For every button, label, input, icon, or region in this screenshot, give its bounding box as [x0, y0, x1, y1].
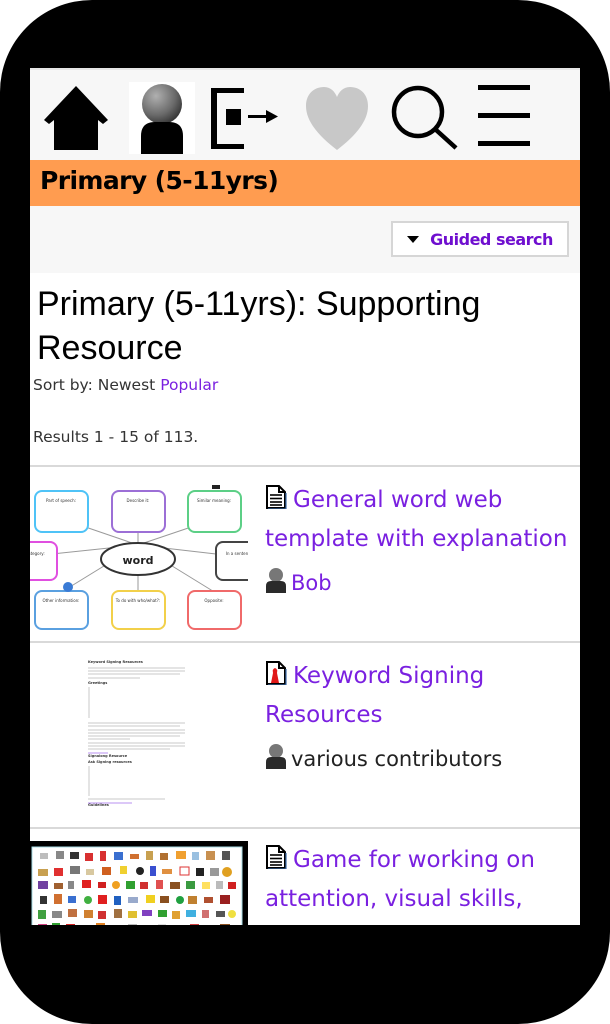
svg-text:Signalong Resource: Signalong Resource	[88, 754, 128, 758]
svg-text:Part of speech:: Part of speech:	[46, 498, 76, 503]
result-text: Game for working on attention, visual sk…	[265, 841, 580, 919]
results-count: Results 1 - 15 of 113.	[33, 428, 199, 446]
section-title: Primary (5-11yrs)	[40, 166, 279, 195]
svg-text:Describe it:: Describe it:	[127, 498, 150, 503]
search-icon[interactable]	[388, 82, 460, 154]
sort-label: Sort by:	[33, 376, 93, 394]
result-item: Keyword Signing Resources Greetings Sign…	[30, 641, 580, 827]
result-title: Game for working on attention, visual sk…	[265, 847, 535, 912]
svg-text:Category:: Category:	[30, 551, 45, 556]
heart-icon[interactable]	[302, 82, 372, 154]
result-item: Game for working on attention, visual sk…	[30, 827, 580, 925]
document-icon	[266, 485, 287, 509]
section-header-bar: Primary (5-11yrs)	[30, 160, 580, 206]
result-author: various contributors	[265, 743, 580, 774]
document-icon	[266, 845, 287, 869]
svg-text:Keyword Signing Resources: Keyword Signing Resources	[88, 660, 143, 664]
home-icon[interactable]	[42, 82, 110, 154]
sort-popular-link[interactable]: Popular	[160, 376, 218, 394]
svg-text:Greetings: Greetings	[88, 681, 107, 685]
page-title: Primary (5-11yrs): Supporting Resource	[37, 285, 481, 367]
result-item: word Part of speech: Describe it: Simila…	[30, 465, 580, 641]
svg-text:Similar meaning:: Similar meaning:	[197, 498, 231, 503]
svg-text:Guidelines: Guidelines	[88, 803, 109, 807]
screen: Primary (5-11yrs) Guided search Primary …	[30, 68, 580, 925]
result-author-link[interactable]: Bob	[265, 567, 580, 598]
user-icon	[266, 568, 286, 593]
svg-text:word: word	[122, 554, 153, 567]
logout-icon[interactable]	[208, 82, 284, 154]
hamburger-menu-icon[interactable]	[476, 82, 532, 154]
svg-text:Other information:: Other information:	[42, 598, 79, 603]
result-title-link[interactable]: Game for working on attention, visual sk…	[265, 841, 580, 919]
result-title-link[interactable]: General word web template with explanati…	[265, 481, 580, 559]
result-title: General word web template with explanati…	[265, 487, 568, 552]
phone-frame: Primary (5-11yrs) Guided search Primary …	[0, 0, 610, 1024]
result-text: Keyword Signing Resources various contri…	[265, 657, 580, 774]
result-author: Bob	[291, 571, 332, 595]
result-title: Keyword Signing Resources	[265, 663, 485, 728]
guided-search-button[interactable]: Guided search	[391, 221, 569, 257]
sort-newest: Newest	[97, 376, 156, 394]
user-icon	[266, 744, 286, 769]
result-title-link[interactable]: Keyword Signing Resources	[265, 657, 580, 735]
svg-text:Opposite:: Opposite:	[204, 598, 223, 603]
guided-search-area: Guided search	[30, 206, 580, 273]
avatar-icon[interactable]	[129, 82, 195, 154]
guided-search-label: Guided search	[430, 229, 553, 249]
svg-text:In a sentence:: In a sentence:	[226, 551, 248, 556]
sort-bar: Sort by: Newest Popular	[33, 376, 218, 394]
result-thumbnail[interactable]: word Part of speech: Describe it: Simila…	[30, 475, 248, 630]
result-author-text: various contributors	[291, 747, 503, 771]
pdf-document-icon	[266, 661, 287, 685]
svg-text:Ask Signing resources: Ask Signing resources	[88, 760, 132, 764]
svg-text:To do with who/what?:: To do with who/what?:	[115, 598, 160, 603]
caret-down-icon	[407, 235, 420, 243]
result-text: General word web template with explanati…	[265, 481, 580, 598]
result-thumbnail[interactable]	[30, 841, 248, 925]
result-thumbnail[interactable]: Keyword Signing Resources Greetings Sign…	[30, 651, 248, 821]
top-nav	[30, 68, 580, 162]
